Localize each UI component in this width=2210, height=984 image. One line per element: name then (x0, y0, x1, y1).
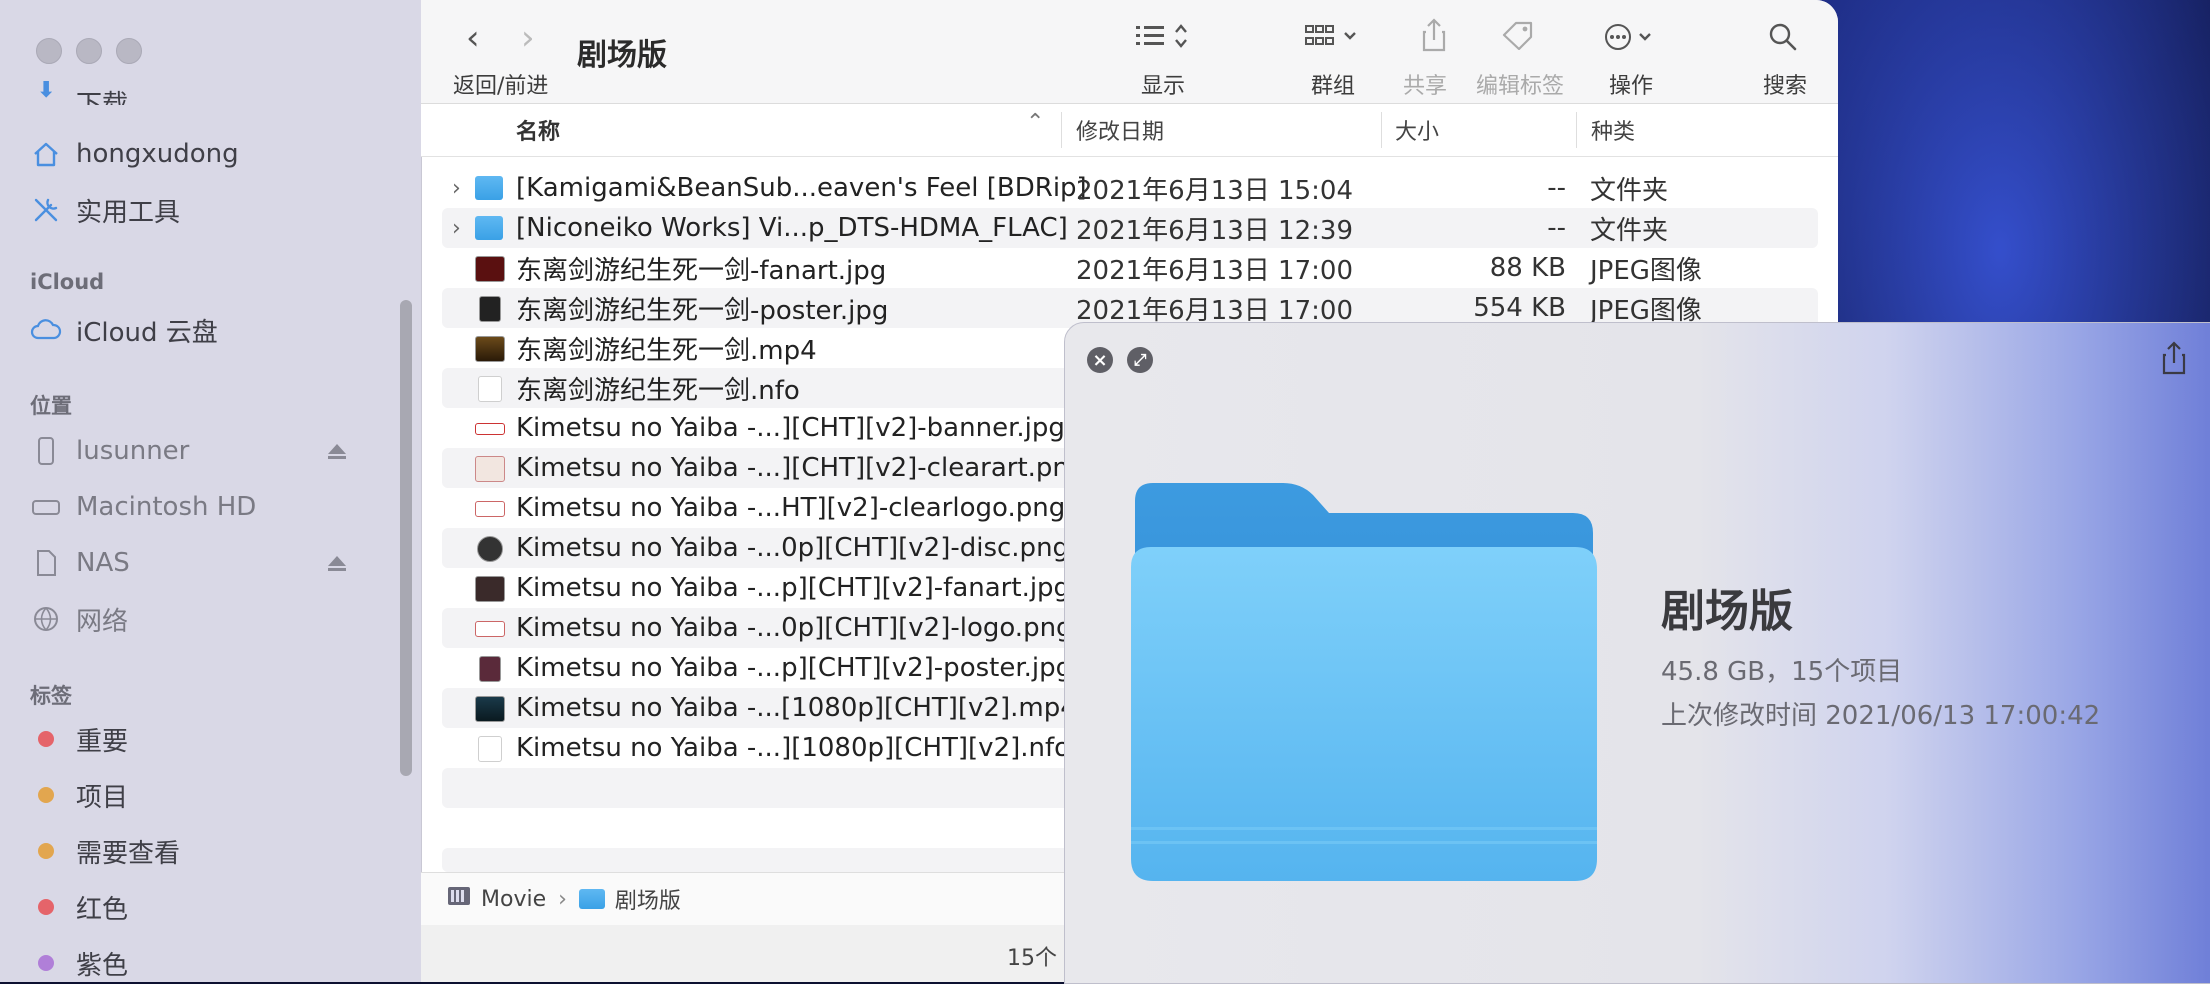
column-kind[interactable]: 种类 (1591, 114, 1635, 146)
item-count-text: 15个 (1007, 946, 1057, 971)
cloud-icon (30, 314, 62, 346)
orange-tag-dot-icon (38, 843, 54, 859)
eject-icon[interactable] (328, 556, 346, 571)
image-thumbnail-icon (475, 423, 505, 435)
sidebar-tag-review[interactable]: 需要查看 (30, 831, 180, 871)
forward-chevron-icon[interactable]: › (521, 18, 535, 58)
icloud-section-header: iCloud (30, 270, 105, 294)
sidebar-item-downloads[interactable]: ⬇ 下载 (30, 81, 128, 105)
red-tag-dot-icon (38, 731, 54, 747)
image-thumbnail-icon (475, 621, 505, 637)
sidebar-scrollbar[interactable] (400, 300, 412, 776)
path-item-movie[interactable]: Movie (481, 887, 546, 912)
nav-label: 返回/前进 (453, 74, 549, 99)
folder-icon (578, 889, 605, 909)
image-thumbnail-icon (475, 576, 505, 602)
share-icon (2162, 341, 2186, 375)
sidebar-item-home[interactable]: hongxudong (30, 134, 239, 174)
image-thumbnail-icon (475, 256, 505, 282)
share-quicklook-button[interactable] (2161, 341, 2187, 379)
quicklook-summary: 45.8 GB，15个项目 (1661, 657, 1903, 687)
column-header: 名称 ⌃ 修改日期 大小 种类 (421, 104, 1838, 157)
video-thumbnail-icon (475, 696, 505, 722)
path-item-current[interactable]: 剧场版 (615, 883, 681, 915)
sidebar-tag-purple[interactable]: 紫色 (30, 943, 128, 982)
disclosure-chevron-icon[interactable]: › (452, 176, 461, 201)
disk-icon (30, 491, 62, 523)
sidebar-item-icloud-drive[interactable]: iCloud 云盘 (30, 310, 218, 350)
column-size[interactable]: 大小 (1395, 114, 1439, 146)
back-chevron-icon[interactable]: ‹ (466, 18, 480, 58)
download-icon: ⬇ (35, 81, 57, 103)
sort-ascending-chevron-icon[interactable]: ⌃ (1026, 110, 1044, 135)
orange-tag-dot-icon (38, 787, 54, 803)
phone-icon (30, 435, 62, 467)
sidebar-item-macintosh-hd[interactable]: Macintosh HD (30, 487, 256, 527)
path-separator-chevron-icon: › (558, 886, 567, 912)
globe-icon (30, 603, 62, 635)
red-tag-dot-icon (38, 899, 54, 915)
server-icon (447, 884, 471, 914)
sidebar-item-utilities[interactable]: 实用工具 (30, 190, 180, 230)
window-title: 剧场版 (577, 38, 667, 73)
image-thumbnail-icon (479, 656, 501, 682)
document-icon (30, 547, 62, 579)
list-view-icon[interactable] (1136, 22, 1196, 57)
file-row[interactable]: › [Kamigami&BeanSub...eaven's Feel [BDRi… (442, 168, 1818, 208)
home-icon (30, 138, 62, 170)
column-divider[interactable] (1061, 112, 1062, 148)
image-thumbnail-icon (475, 456, 505, 482)
disclosure-chevron-icon[interactable]: › (452, 216, 461, 241)
quicklook-modified: 上次修改时间 2021/06/13 17:00:42 (1661, 701, 2101, 731)
close-window-button[interactable] (36, 38, 62, 64)
share-icon[interactable] (1421, 18, 1447, 59)
sidebar-tag-project[interactable]: 项目 (30, 775, 128, 815)
diagonal-arrows-icon: ⤢ (1133, 350, 1147, 369)
share-label: 共享 (1403, 74, 1448, 99)
sidebar-item-network[interactable]: 网络 (30, 599, 128, 639)
sidebar-item-lusunner[interactable]: lusunner (30, 431, 189, 471)
view-label: 显示 (1141, 74, 1186, 99)
close-icon: × (1092, 349, 1108, 371)
column-date[interactable]: 修改日期 (1076, 114, 1164, 146)
action-label: 操作 (1609, 74, 1654, 99)
search-label: 搜索 (1763, 74, 1808, 99)
sidebar-tag-red[interactable]: 红色 (30, 887, 128, 927)
folder-icon (475, 176, 503, 200)
tools-icon (30, 194, 62, 226)
file-row[interactable]: 东离剑游纪生死一剑-fanart.jpg 2021年6月13日 17:00 88… (442, 248, 1818, 288)
quick-look-panel: × ⤢ 剧场版 45.8 GB，15个项目 上次修改时间 2021/06/13 … (1064, 322, 2210, 984)
close-quicklook-button[interactable]: × (1087, 347, 1113, 373)
large-folder-icon (1123, 479, 1603, 893)
group-icon[interactable] (1305, 22, 1365, 57)
search-icon[interactable] (1768, 22, 1798, 59)
minimize-window-button[interactable] (76, 38, 102, 64)
sidebar: ⬇ 下载 hongxudong 实用工具 iCloud iCloud 云盘 位置 (0, 0, 422, 982)
tags-label: 编辑标签 (1476, 74, 1565, 99)
column-divider[interactable] (1576, 112, 1577, 148)
folder-icon (475, 216, 503, 240)
video-thumbnail-icon (475, 336, 505, 362)
tag-icon[interactable] (1501, 20, 1535, 57)
sidebar-item-nas[interactable]: NAS (30, 543, 130, 583)
image-thumbnail-icon (475, 501, 505, 517)
sidebar-tag-important[interactable]: 重要 (30, 719, 128, 759)
eject-icon[interactable] (328, 444, 346, 459)
column-name[interactable]: 名称 (516, 114, 560, 146)
locations-section-header: 位置 (30, 394, 72, 418)
group-label: 群组 (1311, 74, 1356, 99)
zoom-window-button[interactable] (116, 38, 142, 64)
file-row[interactable]: › [Niconeiko Works] Vi...p_DTS-HDMA_FLAC… (442, 208, 1818, 248)
image-thumbnail-icon (479, 296, 501, 322)
column-divider[interactable] (1381, 112, 1382, 148)
quicklook-title: 剧场版 (1661, 586, 1793, 637)
tags-section-header: 标签 (30, 684, 72, 708)
action-menu-icon[interactable] (1604, 22, 1660, 59)
fullscreen-quicklook-button[interactable]: ⤢ (1127, 347, 1153, 373)
disc-image-icon (477, 536, 503, 562)
document-icon (478, 376, 502, 402)
document-icon (478, 736, 502, 762)
purple-tag-dot-icon (38, 955, 54, 971)
